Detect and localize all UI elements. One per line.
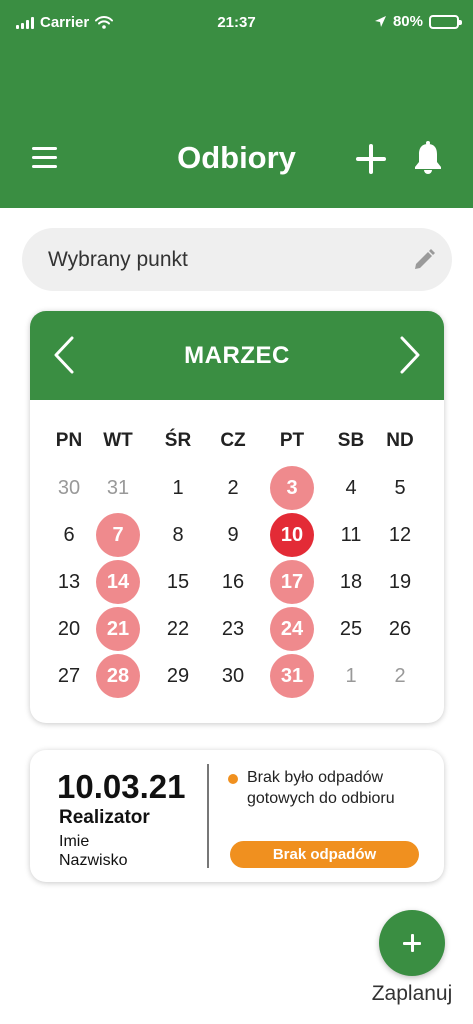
calendar-day[interactable]: 9 bbox=[211, 513, 255, 557]
calendar-day-pickup[interactable]: 7 bbox=[96, 513, 140, 557]
calendar-day[interactable]: 22 bbox=[156, 607, 200, 651]
pickup-first-name: Imie bbox=[59, 833, 90, 850]
pickup-date: 10.03.21 bbox=[57, 768, 186, 805]
plan-fab-button[interactable] bbox=[379, 910, 445, 976]
calendar-day[interactable]: 30 bbox=[47, 466, 91, 510]
weekday-label: SB bbox=[337, 430, 365, 451]
calendar-day[interactable]: 31 bbox=[96, 466, 140, 510]
calendar-day-pickup[interactable]: 24 bbox=[270, 607, 314, 651]
calendar-day[interactable]: 13 bbox=[47, 560, 91, 604]
calendar-day-pickup[interactable]: 31 bbox=[270, 654, 314, 698]
calendar-day[interactable]: 4 bbox=[329, 466, 373, 510]
calendar-day[interactable]: 6 bbox=[47, 513, 91, 557]
location-arrow-icon bbox=[374, 16, 386, 27]
calendar-day-pickup[interactable]: 14 bbox=[96, 560, 140, 604]
calendar-day[interactable]: 1 bbox=[329, 654, 373, 698]
calendar-day[interactable]: 1 bbox=[156, 466, 200, 510]
bell-icon[interactable] bbox=[414, 141, 442, 175]
calendar-day-pickup[interactable]: 17 bbox=[270, 560, 314, 604]
pickup-message: Brak było odpadów gotowych do odbioru bbox=[247, 769, 395, 807]
calendar-day[interactable]: 19 bbox=[378, 560, 422, 604]
status-bar: Carrier 21:37 80% bbox=[0, 0, 473, 44]
calendar-day[interactable]: 25 bbox=[329, 607, 373, 651]
calendar-day[interactable]: 18 bbox=[329, 560, 373, 604]
page-title: Odbiory bbox=[177, 140, 296, 175]
selected-point-label: Wybrany punkt bbox=[48, 248, 188, 271]
calendar-day[interactable]: 2 bbox=[211, 466, 255, 510]
no-waste-badge[interactable]: Brak odpadów bbox=[230, 841, 419, 868]
plan-fab-label[interactable]: Zaplanuj bbox=[360, 982, 464, 1006]
calendar-day[interactable]: 12 bbox=[378, 513, 422, 557]
battery-percent: 80% bbox=[392, 13, 423, 30]
calendar-header: MARZEC bbox=[30, 311, 444, 400]
calendar-day[interactable]: 29 bbox=[156, 654, 200, 698]
calendar-day[interactable]: 8 bbox=[156, 513, 200, 557]
chevron-right-icon[interactable] bbox=[396, 335, 424, 375]
weekday-label: WT bbox=[103, 430, 133, 451]
calendar-day[interactable]: 20 bbox=[47, 607, 91, 651]
weekday-label: ŚR bbox=[164, 430, 192, 451]
calendar-day-today[interactable]: 10 bbox=[270, 513, 314, 557]
status-right: 80% bbox=[374, 13, 462, 30]
calendar-day-pickup[interactable]: 3 bbox=[270, 466, 314, 510]
app-root: Carrier 21:37 80% Odbiory Wybrany punkt … bbox=[0, 0, 473, 1024]
weekday-label: PN bbox=[55, 430, 83, 451]
pickup-last-name: Nazwisko bbox=[59, 852, 128, 869]
calendar-day-pickup[interactable]: 21 bbox=[96, 607, 140, 651]
weekday-label: CZ bbox=[220, 430, 246, 451]
calendar-day[interactable]: 15 bbox=[156, 560, 200, 604]
pickup-role: Realizator bbox=[59, 807, 150, 828]
calendar-month: MARZEC bbox=[184, 342, 290, 369]
calendar-day[interactable]: 5 bbox=[378, 466, 422, 510]
calendar-day[interactable]: 11 bbox=[329, 513, 373, 557]
calendar-day[interactable]: 2 bbox=[378, 654, 422, 698]
battery-icon bbox=[429, 14, 462, 29]
app-header: Carrier 21:37 80% Odbiory bbox=[0, 0, 473, 208]
calendar-day[interactable]: 26 bbox=[378, 607, 422, 651]
calendar-day[interactable]: 30 bbox=[211, 654, 255, 698]
calendar: MARZEC PN WT ŚR CZ PT SB ND 30 31 1 2 3 4 5 6 7 8 9 10 11 12… bbox=[30, 311, 444, 723]
pickup-card[interactable]: 10.03.21 Realizator Imie Nazwisko Brak b… bbox=[30, 750, 444, 882]
weekday-label: ND bbox=[386, 430, 414, 451]
calendar-day[interactable]: 27 bbox=[47, 654, 91, 698]
calendar-day-pickup[interactable]: 28 bbox=[96, 654, 140, 698]
status-dot-icon bbox=[228, 774, 238, 784]
weekday-label: PT bbox=[279, 430, 305, 451]
calendar-day[interactable]: 23 bbox=[211, 607, 255, 651]
selected-point-field[interactable]: Wybrany punkt bbox=[22, 228, 452, 291]
card-divider bbox=[207, 764, 209, 868]
plus-icon[interactable] bbox=[354, 142, 388, 176]
calendar-day[interactable]: 16 bbox=[211, 560, 255, 604]
pencil-icon[interactable] bbox=[412, 248, 436, 272]
